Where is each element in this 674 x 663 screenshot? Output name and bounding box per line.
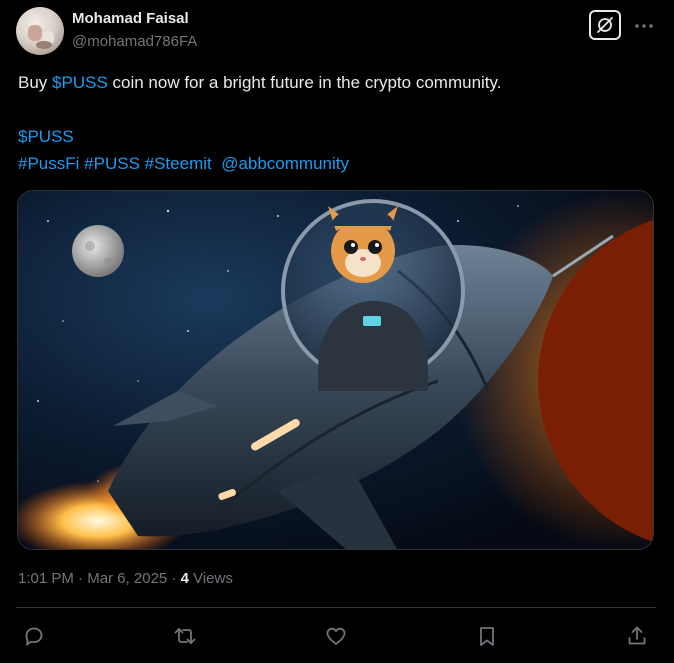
views-count: 4 [180,570,189,587]
cat-astronaut-rocket-image [18,191,653,549]
hashtag-link[interactable]: #Steemit [145,154,212,173]
reply-button[interactable] [22,624,46,648]
hashtag-link[interactable]: #PussFi [18,154,79,173]
post-meta: 1:01 PM · Mar 6, 2025 · 4 Views [18,570,233,587]
heart-icon [326,627,346,645]
like-button[interactable] [324,624,348,648]
avatar-detail [36,41,52,49]
share-icon [628,626,646,645]
reply-icon [25,627,43,646]
cashtag-link[interactable]: $PUSS [52,73,108,92]
meta-separator: · [73,570,88,587]
bookmark-button[interactable] [475,624,499,648]
share-button[interactable] [625,624,649,648]
retweet-button[interactable] [173,624,197,648]
divider [16,607,656,608]
post-text-prefix: Buy [18,73,53,92]
author-handle[interactable]: @mohamad786FA [72,33,197,50]
post-time[interactable]: 1:01 PM [18,570,74,587]
cashtag-link[interactable]: $PUSS [18,127,74,146]
tweet: Mohamad Faisal @mohamad786FA Buy $PUSS c… [0,0,674,663]
post-text-line: Buy $PUSS coin now for a bright future i… [18,72,501,94]
hashtag-line: #PussFi #PUSS #Steemit @abbcommunity [18,153,349,175]
views-label: Views [188,570,233,587]
author-name[interactable]: Mohamad Faisal [72,10,189,27]
hashtag-link[interactable]: #PUSS [84,154,140,173]
avatar-detail [28,25,42,41]
cashtag-line: $PUSS [18,126,74,148]
bookmark-icon [480,627,494,646]
grok-icon [597,17,613,33]
retweet-icon [174,628,196,644]
avatar[interactable] [16,7,64,55]
grok-button[interactable] [589,10,621,40]
more-dots-icon [635,24,653,28]
meta-separator: · [167,570,181,587]
post-image[interactable] [17,190,654,550]
post-date[interactable]: Mar 6, 2025 [87,570,167,587]
more-button[interactable] [632,14,656,38]
post-text-suffix: coin now for a bright future in the cryp… [107,73,502,92]
mention-link[interactable]: @abbcommunity [221,154,349,173]
